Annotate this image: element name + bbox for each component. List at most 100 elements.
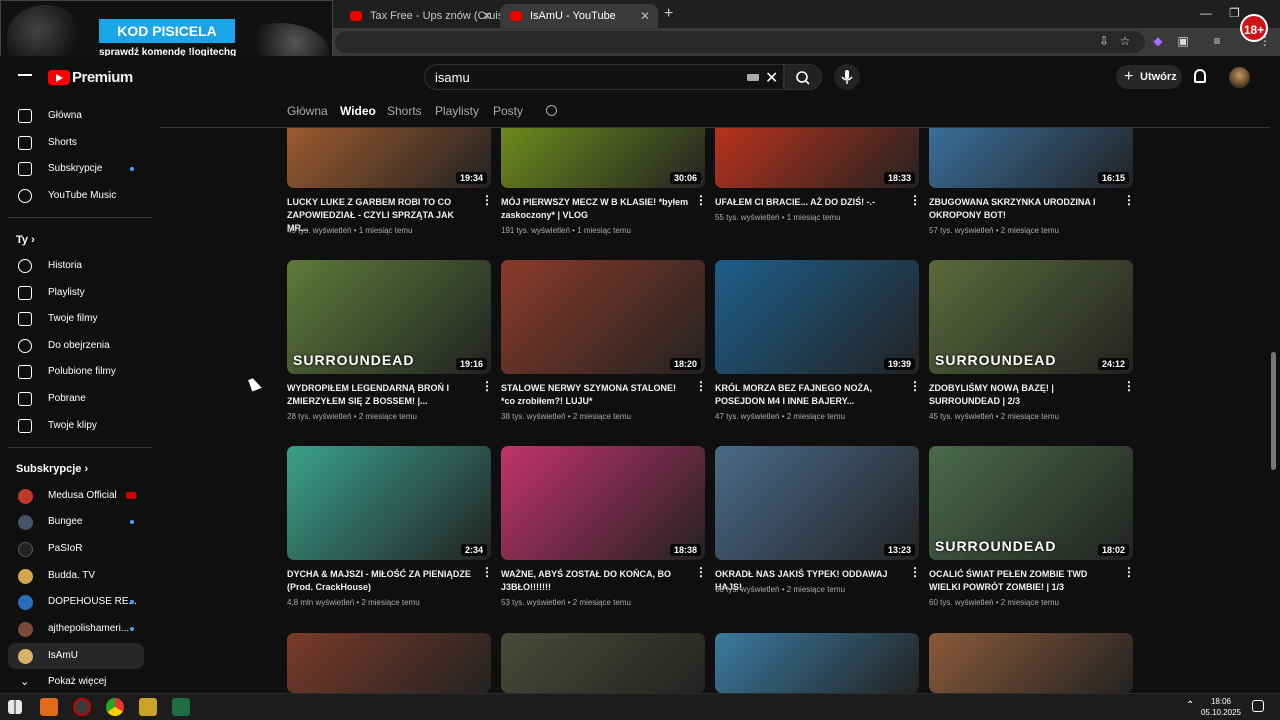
app-icon[interactable] bbox=[40, 698, 58, 716]
notification-center-icon[interactable] bbox=[1252, 700, 1264, 712]
sidebar-show-more[interactable]: ⌄ Pokaż więcej bbox=[8, 669, 144, 695]
video-title[interactable]: WAŻNE, ABYŚ ZOSTAŁ DO KOŃCA, BO J3BŁO!!!… bbox=[501, 568, 689, 594]
video-thumbnail[interactable]: 18:33 bbox=[715, 128, 919, 188]
start-windows-icon[interactable] bbox=[8, 700, 22, 714]
chrome-icon[interactable] bbox=[106, 698, 124, 716]
video-thumbnail[interactable]: 19:39 bbox=[715, 260, 919, 374]
menu-icon[interactable] bbox=[18, 74, 32, 76]
video-menu-icon[interactable]: ⋮ bbox=[695, 380, 707, 392]
video-thumbnail[interactable]: SURROUNDEAD 24:12 bbox=[929, 260, 1133, 374]
clock-date[interactable]: 05.10.2025 bbox=[1196, 708, 1246, 717]
video-thumbnail[interactable]: SURROUNDEAD 18:02 bbox=[929, 446, 1133, 560]
video-thumbnail[interactable]: 16:15 bbox=[929, 128, 1133, 188]
video-menu-icon[interactable]: ⋮ bbox=[695, 566, 707, 578]
minimize-icon[interactable]: — bbox=[1200, 6, 1212, 20]
close-tab-icon[interactable]: ✕ bbox=[482, 4, 492, 28]
video-title[interactable]: MÓJ PIERWSZY MECZ W B KLASIE! *byłem zas… bbox=[501, 196, 689, 222]
account-avatar[interactable] bbox=[1229, 67, 1250, 88]
video-thumbnail[interactable]: SURROUNDEAD 19:16 bbox=[287, 260, 491, 374]
video-thumbnail[interactable]: 18:20 bbox=[501, 260, 705, 374]
video-menu-icon[interactable]: ⋮ bbox=[695, 194, 707, 206]
video-menu-icon[interactable]: ⋮ bbox=[481, 566, 493, 578]
video-title[interactable]: DYCHA & MAJSZI - MIŁOŚĆ ZA PIENIĄDZE (Pr… bbox=[287, 568, 475, 594]
video-menu-icon[interactable]: ⋮ bbox=[909, 380, 921, 392]
sidebar-item-home[interactable]: Główna bbox=[8, 103, 144, 129]
channel-search-icon[interactable] bbox=[546, 105, 557, 116]
voice-search-button[interactable] bbox=[834, 64, 860, 90]
address-bar[interactable] bbox=[335, 31, 1145, 53]
tab-shorts[interactable]: Shorts bbox=[387, 104, 422, 118]
file-explorer-icon[interactable] bbox=[139, 698, 157, 716]
logo-text[interactable]: Premium bbox=[72, 69, 133, 86]
extensions-puzzle-icon[interactable]: ▣ bbox=[1176, 34, 1190, 48]
video-menu-icon[interactable]: ⋮ bbox=[909, 566, 921, 578]
video-title[interactable]: KRÓL MORZA BEZ FAJNEGO NOŻA, POSEJDON M4… bbox=[715, 382, 903, 408]
video-menu-icon[interactable]: ⋮ bbox=[909, 194, 921, 206]
reading-list-icon[interactable]: ≡ bbox=[1210, 34, 1224, 48]
install-icon[interactable]: ⇩ bbox=[1097, 34, 1111, 48]
sidebar-sub-dopehouse[interactable]: DOPEHOUSE RE... bbox=[8, 589, 144, 615]
sidebar-item-history[interactable]: Historia bbox=[8, 253, 144, 279]
clock-time[interactable]: 18:06 bbox=[1196, 697, 1246, 706]
video-title[interactable]: STALOWE NERWY SZYMONA STALONE! *co zrobi… bbox=[501, 382, 689, 408]
video-menu-icon[interactable]: ⋮ bbox=[1123, 380, 1135, 392]
video-menu-icon[interactable]: ⋮ bbox=[1123, 566, 1135, 578]
clear-search-icon[interactable]: ✕ bbox=[765, 68, 778, 88]
page-scrollbar[interactable] bbox=[1271, 100, 1277, 693]
video-thumbnail[interactable]: 19:34 bbox=[287, 128, 491, 188]
video-thumbnail[interactable] bbox=[287, 633, 491, 693]
close-tab-icon[interactable]: ✕ bbox=[640, 4, 650, 28]
sidebar-sub-ajthepolishamerican[interactable]: ajthepolishameri... bbox=[8, 616, 144, 642]
keyboard-icon[interactable] bbox=[747, 74, 759, 81]
browser-tab-isamu[interactable]: IsAmU - YouTube ✕ bbox=[500, 4, 658, 28]
video-menu-icon[interactable]: ⋮ bbox=[481, 380, 493, 392]
sidebar-item-watch-later[interactable]: Do obejrzenia bbox=[8, 333, 144, 359]
sidebar-item-music[interactable]: YouTube Music bbox=[8, 183, 144, 209]
sidebar-item-your-videos[interactable]: Twoje filmy bbox=[8, 306, 144, 332]
video-menu-icon[interactable]: ⋮ bbox=[1123, 194, 1135, 206]
sidebar-sub-pasior[interactable]: PaSIoR bbox=[8, 536, 144, 562]
extension-icon[interactable]: ◆ bbox=[1151, 34, 1165, 48]
maximize-icon[interactable]: ❐ bbox=[1229, 6, 1240, 20]
video-thumbnail[interactable] bbox=[501, 633, 705, 693]
bookmark-star-icon[interactable]: ☆ bbox=[1118, 34, 1132, 48]
sidebar-item-liked[interactable]: Polubione filmy bbox=[8, 359, 144, 385]
sidebar-sub-bungee[interactable]: Bungee bbox=[8, 509, 144, 535]
sidebar-sub-medusa[interactable]: Medusa Official bbox=[8, 483, 144, 509]
video-thumbnail[interactable] bbox=[715, 633, 919, 693]
video-thumbnail[interactable]: 30:06 bbox=[501, 128, 705, 188]
subscriptions-section-heading[interactable]: Subskrypcje › bbox=[16, 463, 88, 475]
video-thumbnail[interactable]: 2:34 bbox=[287, 446, 491, 560]
you-section-heading[interactable]: Ty › bbox=[16, 234, 35, 246]
new-tab-button[interactable]: + bbox=[664, 5, 673, 23]
sidebar-item-playlists[interactable]: Playlisty bbox=[8, 280, 144, 306]
tab-videos[interactable]: Wideo bbox=[340, 104, 376, 118]
tab-posts[interactable]: Posty bbox=[493, 104, 523, 118]
browser-tab-tax-free[interactable]: Tax Free - Ups znów (Cruisy ✕ bbox=[340, 4, 500, 28]
create-button[interactable]: + Utwórz bbox=[1116, 65, 1182, 89]
video-thumbnail[interactable]: 13:23 bbox=[715, 446, 919, 560]
video-title[interactable]: WYDROPIŁEM LEGENDARNĄ BROŃ I ZMIERZYŁEM … bbox=[287, 382, 475, 408]
scroll-thumb[interactable] bbox=[1271, 352, 1276, 470]
excel-icon[interactable] bbox=[172, 698, 190, 716]
obs-icon[interactable] bbox=[73, 698, 91, 716]
sidebar-sub-budda[interactable]: Budda. TV bbox=[8, 563, 144, 589]
video-thumbnail[interactable]: 18:38 bbox=[501, 446, 705, 560]
tab-playlists[interactable]: Playlisty bbox=[435, 104, 479, 118]
video-title[interactable]: ZDOBYLIŚMY NOWĄ BAZĘ! | SURROUNDEAD | 2/… bbox=[929, 382, 1117, 408]
video-title[interactable]: UFAŁEM CI BRACIE... AŻ DO DZIŚ! -.- bbox=[715, 196, 903, 209]
search-input[interactable] bbox=[435, 68, 735, 86]
sidebar-item-shorts[interactable]: Shorts bbox=[8, 130, 144, 156]
video-title[interactable]: ZBUGOWANA SKRZYNKA URODZINA I OKROPONY B… bbox=[929, 196, 1117, 222]
video-menu-icon[interactable]: ⋮ bbox=[481, 194, 493, 206]
sidebar-item-clips[interactable]: Twoje klipy bbox=[8, 413, 144, 439]
sidebar-item-subscriptions[interactable]: Subskrypcje bbox=[8, 156, 144, 182]
sidebar-sub-isamu[interactable]: IsAmU bbox=[8, 643, 144, 669]
notifications-bell-icon[interactable] bbox=[1194, 69, 1206, 83]
sidebar-item-downloads[interactable]: Pobrane bbox=[8, 386, 144, 412]
youtube-logo-icon[interactable] bbox=[48, 70, 70, 85]
video-title[interactable]: OCALIĆ ŚWIAT PEŁEN ZOMBIE TWD WIELKI POW… bbox=[929, 568, 1117, 594]
tab-home[interactable]: Główna bbox=[287, 104, 328, 118]
video-thumbnail[interactable] bbox=[929, 633, 1133, 693]
search-button[interactable] bbox=[784, 64, 822, 90]
